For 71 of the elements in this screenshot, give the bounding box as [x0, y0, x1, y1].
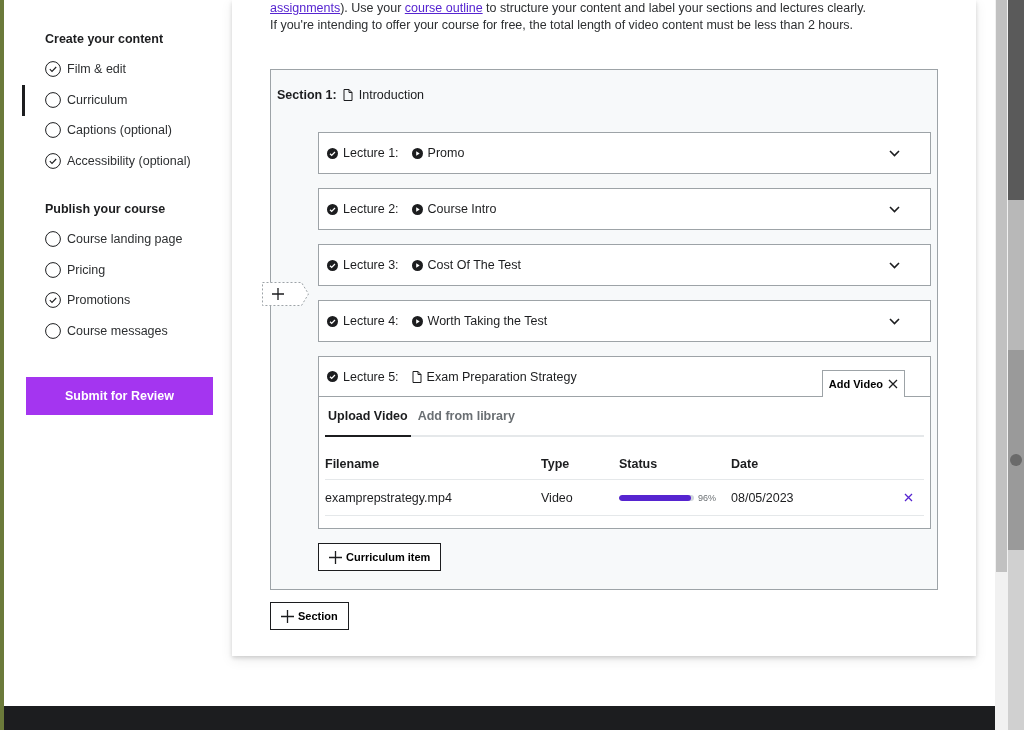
item-label: Accessibility (optional) [67, 153, 191, 168]
item-label: Course messages [67, 323, 168, 338]
sidebar-item[interactable]: Course messages [4, 315, 232, 346]
lecture-title: Exam Preparation Strategy [426, 369, 577, 384]
lecture-label: Lecture 2: [343, 202, 399, 216]
check-circle-icon [327, 259, 338, 271]
scrollbar[interactable] [995, 0, 1008, 730]
item-label: Course landing page [67, 232, 183, 247]
table-cell: examprepstrategy.mp4 [325, 480, 541, 516]
expand-button[interactable] [889, 149, 900, 157]
plus-icon [281, 609, 294, 623]
column-header: Status [619, 437, 731, 480]
chevron-down-icon [889, 205, 900, 213]
lecture-label: Lecture 5: [343, 369, 399, 384]
sidebar-item[interactable]: Accessibility (optional) [4, 145, 232, 176]
table-cell: 08/05/2023 [731, 480, 904, 516]
play-icon [411, 203, 423, 215]
tab[interactable]: Add from library [414, 397, 518, 437]
insert-button[interactable] [262, 282, 310, 306]
lecture-title: Course Intro [427, 202, 497, 216]
lecture-title: Cost Of The Test [427, 258, 521, 272]
group-title: Publish your course [44, 202, 167, 216]
add-curriculum-item-button[interactable]: Curriculum item [318, 543, 442, 571]
sidebar-item[interactable]: Film & edit [4, 54, 232, 85]
file-icon [411, 370, 422, 383]
lecture-title: Worth Taking the Test [427, 314, 548, 328]
item-label: Captions (optional) [67, 123, 172, 138]
add-section-button[interactable]: Section [270, 602, 349, 630]
chevron-down-icon [889, 317, 900, 325]
item-label: Pricing [67, 262, 106, 277]
chevron-down-icon [889, 149, 900, 157]
expand-button[interactable] [889, 205, 900, 213]
chevron-down-icon [889, 261, 900, 269]
plus-icon [329, 550, 342, 564]
sidebar-item[interactable]: Course landing page [4, 224, 232, 255]
lecture-label: Lecture 4: [343, 314, 399, 328]
item-label: Curriculum [67, 92, 128, 107]
column-header: Date [731, 437, 904, 480]
sidebar-item[interactable]: Curriculum [4, 84, 232, 115]
lecture-label: Lecture 1: [343, 146, 399, 160]
column-header: Filename [325, 437, 541, 480]
check-circle-icon [327, 315, 338, 327]
close-icon [888, 379, 898, 389]
expand-button[interactable] [889, 261, 900, 269]
check-circle-icon [327, 371, 338, 382]
play-icon [411, 147, 423, 159]
section-label: Section 1: [277, 88, 337, 102]
lecture-title: Promo [427, 146, 465, 160]
check-circle-icon [327, 147, 338, 159]
item-label: Film & edit [67, 62, 127, 77]
add-video-tab[interactable]: Add Video [821, 370, 905, 397]
lecture-label: Lecture 3: [343, 258, 399, 272]
text-link[interactable]: assignments [270, 1, 341, 15]
check-circle-icon [327, 203, 338, 215]
tab[interactable]: Upload Video [325, 397, 411, 437]
intro-paragraph: assignments). Use your course outline to structure your content and label your sections and lectures clearly. If you're intending to offer your course for free, the total length of video content must be less than 2 hours. [270, 0, 867, 34]
group-title: Create your content [44, 32, 165, 46]
submit-button[interactable]: Submit for Review [26, 377, 213, 415]
expand-button[interactable] [889, 317, 900, 325]
text-link[interactable]: course outline [404, 1, 483, 15]
column-header: Type [541, 437, 619, 480]
table-cell: Video [541, 480, 619, 516]
play-icon [411, 259, 423, 271]
section-title: Introduction [358, 88, 425, 102]
play-icon [411, 315, 423, 327]
progress-percent: 96% [698, 492, 716, 503]
sidebar-item[interactable]: Pricing [4, 254, 232, 285]
item-label: Promotions [67, 293, 131, 308]
sidebar-item[interactable]: Promotions [4, 285, 232, 316]
sidebar-item[interactable]: Captions (optional) [4, 115, 232, 146]
file-icon [342, 89, 353, 101]
